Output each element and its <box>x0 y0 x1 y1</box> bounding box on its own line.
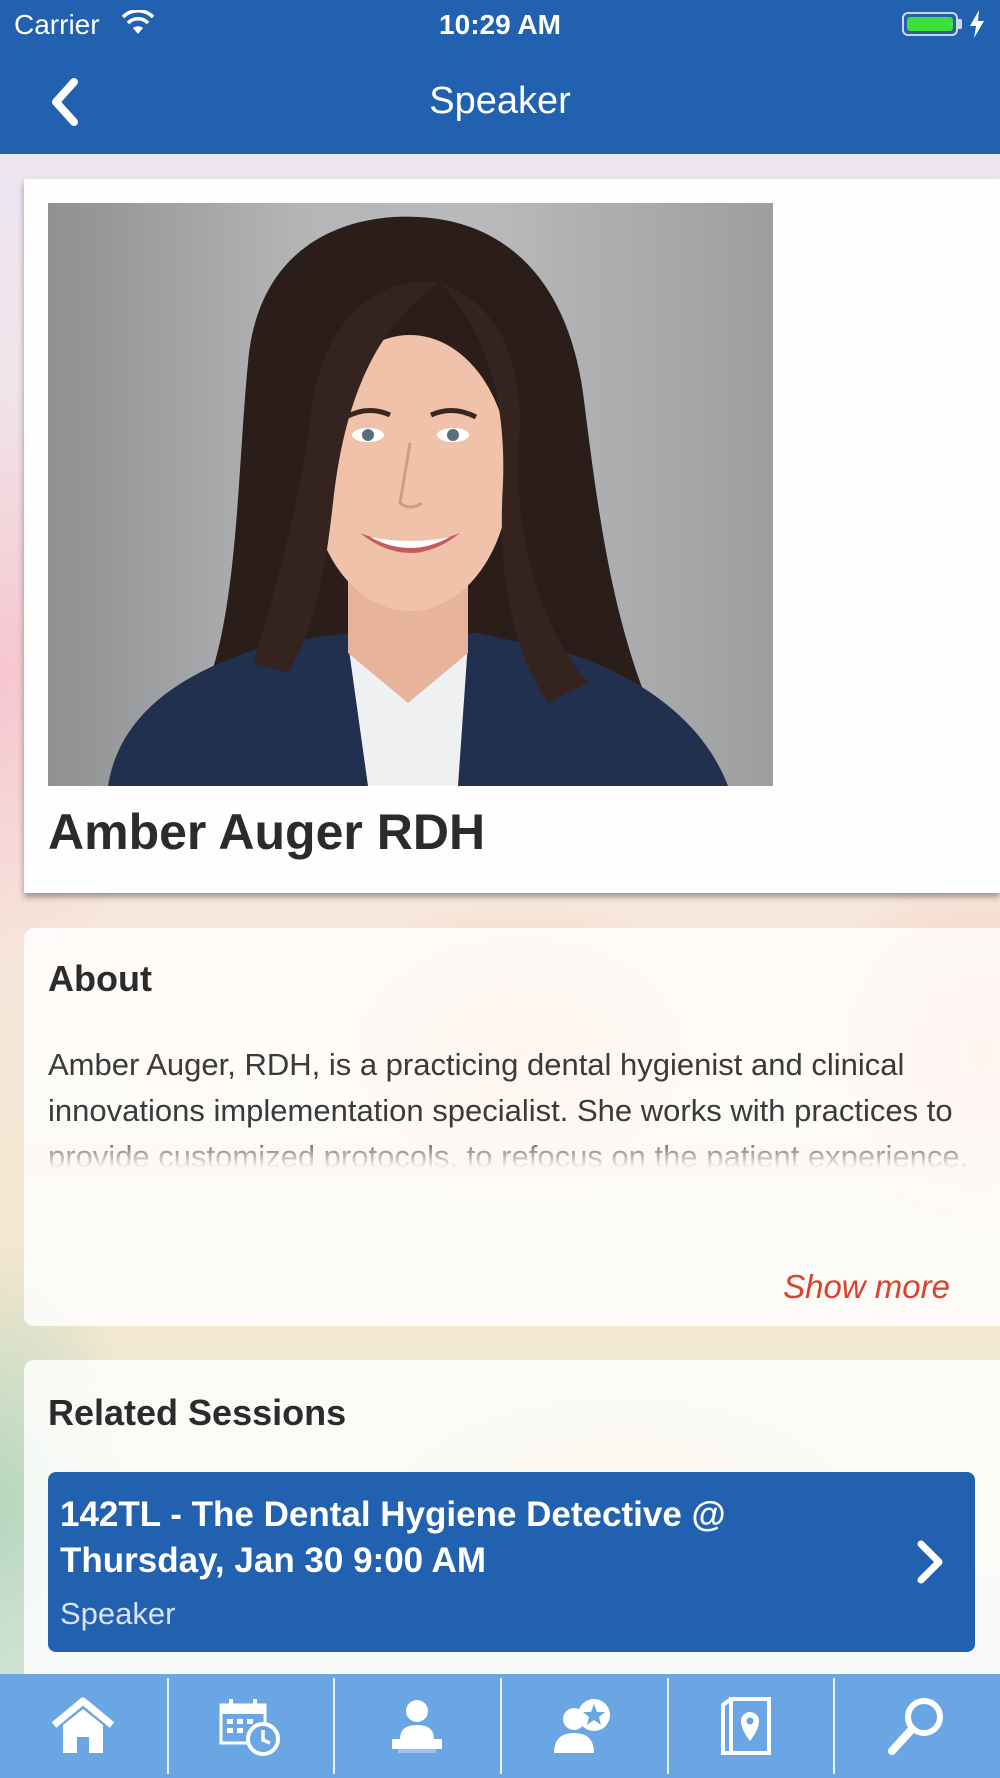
about-card: About Amber Auger, RDH, is a practicing … <box>24 928 1000 1326</box>
chevron-right-icon <box>917 1540 943 1584</box>
tab-schedule[interactable] <box>166 1674 334 1778</box>
search-icon <box>887 1698 943 1755</box>
status-bar: Carrier 10:29 AM <box>0 0 1000 50</box>
related-sessions-card: Related Sessions 142TL - The Dental Hygi… <box>24 1360 1000 1680</box>
clock-time: 10:29 AM <box>439 9 561 40</box>
tab-maps[interactable] <box>666 1674 834 1778</box>
tab-attendees[interactable] <box>500 1674 667 1778</box>
person-star-icon <box>554 1699 611 1753</box>
session-item[interactable]: 142TL - The Dental Hygiene Detective @ T… <box>48 1472 975 1652</box>
navigation-bar: Speaker <box>0 50 1000 154</box>
speaker-name: Amber Auger RDH <box>48 804 486 860</box>
charging-bolt-icon <box>970 10 984 38</box>
show-more-link[interactable]: Show more <box>783 1268 950 1306</box>
speaker-card: Amber Auger RDH <box>24 179 1000 893</box>
related-sessions-heading: Related Sessions <box>48 1392 347 1433</box>
tab-speakers[interactable] <box>333 1674 500 1778</box>
session-role: Speaker <box>60 1596 176 1631</box>
tab-bar <box>0 1674 1000 1778</box>
about-fade-overlay <box>24 1134 1000 1174</box>
speaker-photo <box>48 203 773 786</box>
about-heading: About <box>48 958 152 999</box>
battery-tip <box>958 19 962 29</box>
calendar-clock-icon <box>219 1699 280 1756</box>
speaker-portrait <box>108 216 728 786</box>
tab-home[interactable] <box>0 1674 167 1778</box>
page-title: Speaker <box>429 80 571 122</box>
tab-search[interactable] <box>833 1674 1000 1778</box>
speaker-icon <box>391 1700 442 1753</box>
session-title: 142TL - The Dental Hygiene Detective @ T… <box>60 1495 726 1580</box>
map-icon <box>721 1697 772 1755</box>
home-icon <box>52 1697 115 1753</box>
battery-icon <box>902 12 958 36</box>
